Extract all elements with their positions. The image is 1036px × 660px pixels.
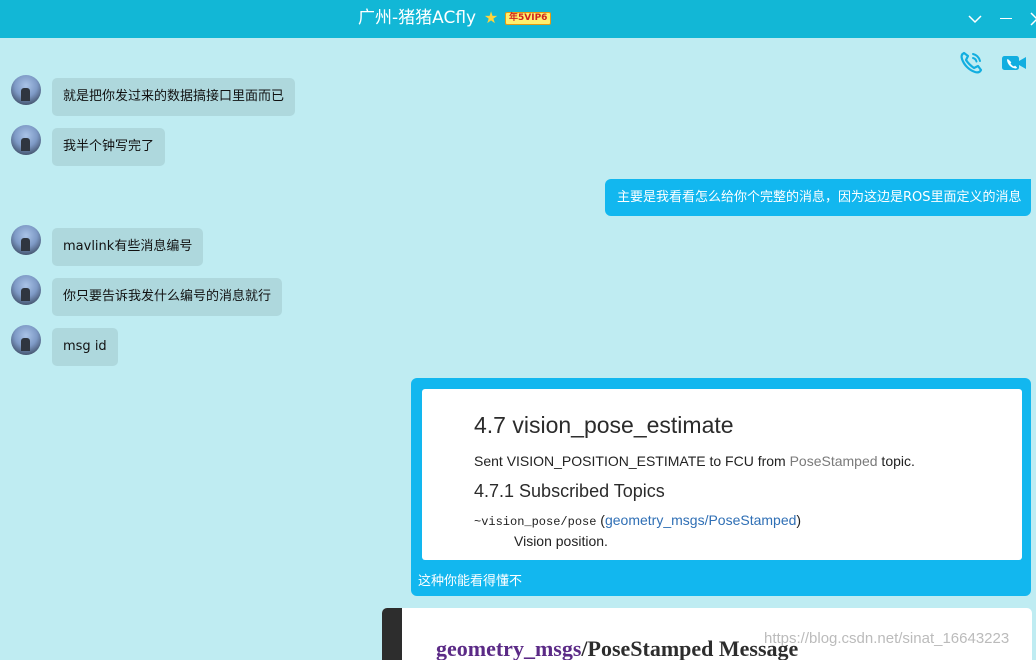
watermark: https://blog.csdn.net/sinat_16643223 — [764, 630, 1010, 647]
message-bubble[interactable]: 你只要告诉我发什么编号的消息就行 — [52, 278, 283, 316]
doc-text: topic. — [877, 453, 915, 469]
minimize-icon[interactable] — [997, 9, 1017, 29]
chat-title: 广州-猪猪ACfly — [358, 8, 477, 28]
doc-topic-name: ~vision_pose/pose — [474, 515, 597, 529]
title-bar: 广州-猪猪ACfly ★ 年5VIP6 — [0, 0, 1036, 38]
avatar[interactable] — [11, 75, 41, 105]
doc-text: Sent VISION_POSITION_ESTIMATE to FCU fro… — [474, 453, 790, 469]
avatar[interactable] — [11, 125, 41, 155]
doc-topic-link: geometry_msgs/PoseStamped — [604, 512, 797, 528]
chevron-down-icon[interactable] — [965, 9, 985, 29]
star-icon: ★ — [483, 8, 499, 27]
doc-package-name: geometry_msgs — [436, 636, 582, 660]
doc-muted-text: PoseStamped — [789, 453, 878, 469]
doc-title: geometry_msgs/PoseStamped Message — [436, 636, 798, 660]
avatar[interactable] — [11, 275, 41, 305]
video-call-icon[interactable] — [1001, 50, 1027, 76]
message-bubble[interactable]: mavlink有些消息编号 — [52, 228, 204, 266]
doc-heading: 4.7 vision_pose_estimate — [474, 412, 734, 438]
avatar[interactable] — [11, 325, 41, 355]
message-bubble[interactable]: 就是把你发过来的数据搞接口里面而已 — [52, 78, 296, 116]
doc-paren: ) — [796, 512, 802, 528]
doc-subheading: 4.7.1 Subscribed Topics — [474, 481, 665, 501]
vip-badge: 年5VIP6 — [505, 12, 552, 25]
image-caption: 这种你能看得懂不 — [418, 574, 523, 589]
doc-topic-description: Vision position. — [514, 533, 608, 549]
outgoing-message-bubble[interactable]: 主要是我看看怎么给你个完整的消息，因为这边是ROS里面定义的消息 — [605, 179, 1031, 216]
message-bubble[interactable]: 我半个钟写完了 — [52, 128, 166, 166]
voice-call-icon[interactable] — [958, 50, 984, 76]
screenshot-image[interactable]: 4.7 vision_pose_estimate Sent VISION_POS… — [422, 389, 1022, 560]
image-sidebar — [382, 608, 402, 660]
avatar[interactable] — [11, 225, 41, 255]
doc-paragraph: Sent VISION_POSITION_ESTIMATE to FCU fro… — [474, 453, 915, 469]
message-bubble[interactable]: msg id — [52, 328, 118, 366]
outgoing-image-message[interactable]: 4.7 vision_pose_estimate Sent VISION_POS… — [411, 378, 1031, 596]
doc-topic-line: ~vision_pose/pose (geometry_msgs/PoseSta… — [474, 512, 801, 529]
close-icon[interactable] — [1027, 9, 1036, 29]
doc-paren: ( — [596, 512, 605, 528]
